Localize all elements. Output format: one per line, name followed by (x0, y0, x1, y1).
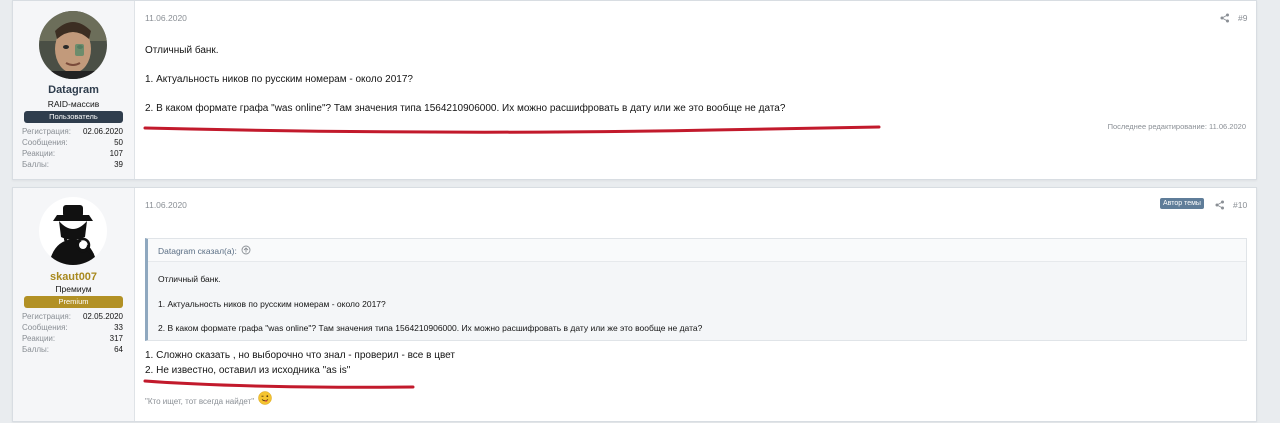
premium-banner: Premium (24, 296, 123, 308)
stat-value: 64 (114, 345, 123, 354)
stat-points: Баллы: 64 (22, 344, 123, 355)
stat-label: Реакции: (22, 149, 56, 158)
stat-value: 02.06.2020 (82, 127, 123, 136)
post-date[interactable]: 11.06.2020 (145, 13, 187, 23)
stat-registration: Регистрация: 02.06.2020 (22, 126, 123, 137)
post-10: skaut007 Премиум Premium Регистрация: 02… (12, 187, 1257, 422)
user-banner: Пользователь (24, 111, 123, 123)
post-text-line: 2. В каком формате графа "was online"? Т… (145, 103, 786, 114)
stat-value: 02.05.2020 (82, 312, 123, 321)
stat-value: 50 (114, 138, 123, 147)
stat-label: Регистрация: (22, 127, 71, 136)
stat-label: Баллы: (22, 345, 50, 354)
post-number[interactable]: #10 (1233, 200, 1247, 210)
stat-label: Сообщения: (22, 323, 68, 332)
user-title: Премиум (55, 284, 92, 294)
post-9: Datagram RAID-массив Пользователь Регист… (12, 0, 1257, 180)
wink-emoji-icon (258, 391, 272, 405)
quote-block: Datagram сказал(а): Отличный банк. 1. Ак… (145, 238, 1247, 341)
stat-value: 33 (114, 323, 123, 332)
post-text-line: 2. Не известно, оставил из исходника "as… (145, 365, 351, 376)
stat-value: 39 (114, 160, 123, 169)
stat-reactions: Реакции: 317 (22, 333, 123, 344)
quote-line: Отличный банк. (158, 274, 221, 284)
stat-reactions: Реакции: 107 (22, 148, 123, 159)
stat-value: 107 (109, 149, 123, 158)
stat-registration: Регистрация: 02.05.2020 (22, 311, 123, 322)
post-date[interactable]: 11.06.2020 (145, 200, 187, 210)
signature: "Кто ищет, тот всегда найдет" (145, 397, 255, 406)
user-pane: skaut007 Премиум Premium Регистрация: 02… (13, 188, 135, 421)
post-number[interactable]: #9 (1238, 13, 1247, 23)
red-underline-mark (143, 125, 881, 134)
stat-label: Реакции: (22, 334, 56, 343)
user-title: RAID-массив (47, 99, 100, 109)
post-text-line: 1. Сложно сказать , но выборочно что зна… (145, 350, 455, 361)
share-icon[interactable] (1215, 200, 1225, 210)
thread-author-badge: Автор темы (1160, 198, 1204, 209)
user-stats: Регистрация: 02.06.2020 Сообщения: 50 Ре… (22, 126, 123, 170)
stat-label: Регистрация: (22, 312, 71, 321)
user-stats: Регистрация: 02.05.2020 Сообщения: 33 Ре… (22, 311, 123, 355)
username[interactable]: Datagram (13, 84, 134, 96)
post-text-line: 1. Актуальность ников по русским номерам… (145, 74, 413, 85)
quote-author[interactable]: Datagram сказал(а): (158, 246, 237, 256)
stat-messages: Сообщения: 50 (22, 137, 123, 148)
avatar[interactable] (39, 11, 107, 79)
last-edited: Последнее редактирование: 11.06.2020 (1107, 122, 1246, 131)
stat-points: Баллы: 39 (22, 159, 123, 170)
quote-line: 2. В каком формате графа "was online"? Т… (158, 323, 703, 333)
arrow-up-circle-icon[interactable] (241, 245, 251, 255)
stat-value: 317 (109, 334, 123, 343)
user-pane: Datagram RAID-массив Пользователь Регист… (13, 1, 135, 179)
stat-label: Сообщения: (22, 138, 68, 147)
avatar[interactable] (39, 197, 107, 265)
stat-label: Баллы: (22, 160, 50, 169)
quote-header: Datagram сказал(а): (148, 239, 1246, 262)
stat-messages: Сообщения: 33 (22, 322, 123, 333)
post-text-line: Отличный банк. (145, 45, 219, 56)
username[interactable]: skaut007 (13, 271, 134, 283)
share-icon[interactable] (1220, 13, 1230, 23)
quote-line: 1. Актуальность ников по русским номерам… (158, 299, 386, 309)
